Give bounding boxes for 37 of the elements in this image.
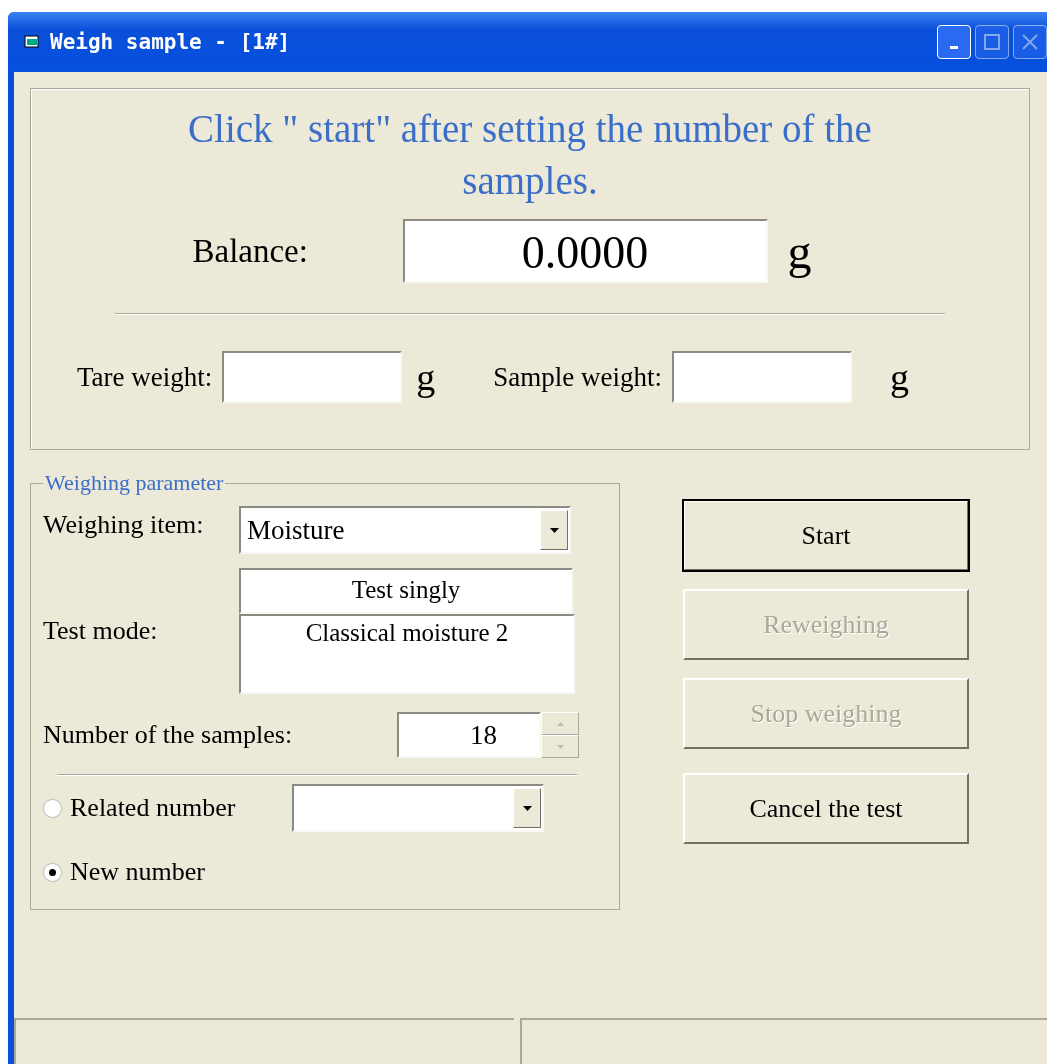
down-arrow-icon bbox=[556, 744, 564, 749]
weighing-item-label: Weighing item: bbox=[43, 510, 205, 540]
action-button[interactable]: Cancel the test bbox=[683, 773, 969, 844]
weighing-item-dropdown[interactable]: Moisture bbox=[239, 506, 571, 554]
minimize-icon bbox=[950, 45, 958, 49]
maximize-icon bbox=[983, 33, 1001, 51]
unit-label: g bbox=[416, 355, 436, 399]
instruction-text: Click " start" after setting the number of the samples. bbox=[187, 106, 873, 205]
up-arrow-icon bbox=[556, 721, 564, 726]
tare-field[interactable] bbox=[222, 351, 403, 403]
unit-label: g bbox=[890, 355, 910, 399]
samples-label: Number of the samples: bbox=[43, 720, 294, 750]
spin-down-button[interactable] bbox=[541, 735, 579, 758]
group-title: Weighing parameter bbox=[44, 470, 225, 496]
window-title: Weigh sample - [1#] bbox=[50, 30, 292, 54]
test-mode-field: Test singly bbox=[239, 568, 573, 614]
unit-label: g bbox=[787, 223, 813, 279]
tare-label: Tare weight: bbox=[77, 361, 213, 393]
sample-weight-label: Sample weight: bbox=[493, 361, 663, 393]
balance-label: Balance: bbox=[192, 232, 309, 270]
radio-label[interactable]: Related number bbox=[70, 793, 292, 823]
spin-up-button[interactable] bbox=[541, 712, 579, 735]
action-button[interactable]: Start bbox=[683, 500, 969, 571]
balance-reading: 0.0000 bbox=[402, 219, 768, 283]
radio-button[interactable] bbox=[43, 862, 62, 882]
related-number-dropdown[interactable] bbox=[292, 784, 544, 832]
minimize-button[interactable] bbox=[937, 25, 971, 59]
sample-weight-field[interactable] bbox=[672, 351, 853, 403]
caret-icon bbox=[522, 805, 532, 811]
radio-button[interactable] bbox=[43, 798, 62, 818]
caret-icon bbox=[549, 527, 559, 533]
test-mode-detail: Classical moisture 2 bbox=[239, 614, 575, 694]
close-icon bbox=[1021, 33, 1039, 51]
samples-field[interactable]: 18 bbox=[397, 712, 541, 758]
test-mode-label: Test mode: bbox=[43, 616, 159, 646]
window-icon bbox=[24, 34, 42, 50]
radio-label[interactable]: New number bbox=[70, 857, 292, 887]
